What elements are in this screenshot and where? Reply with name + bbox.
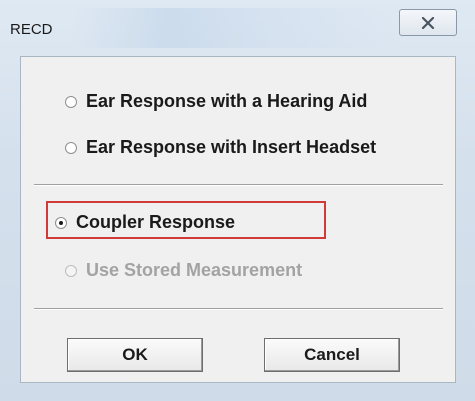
- divider: [34, 308, 443, 310]
- radio-circle[interactable]: [65, 141, 77, 154]
- ok-button[interactable]: OK: [67, 338, 203, 372]
- close-button[interactable]: [399, 9, 457, 36]
- radio-ear-hearing-aid[interactable]: Ear Response with a Hearing Aid: [65, 91, 367, 112]
- cancel-button[interactable]: Cancel: [264, 338, 400, 372]
- title-bar-blur: [70, 8, 400, 48]
- radio-label: Use Stored Measurement: [86, 260, 303, 280]
- radio-ear-insert-headset[interactable]: Ear Response with Insert Headset: [65, 137, 376, 158]
- radio-circle-selected[interactable]: [55, 216, 67, 229]
- close-x-icon: [421, 16, 435, 29]
- dialog-client-area: Ear Response with a Hearing Aid Ear Resp…: [20, 56, 456, 383]
- dialog-title: RECD: [10, 21, 53, 38]
- radio-coupler-response[interactable]: Coupler Response: [55, 212, 235, 233]
- radio-label: Coupler Response: [76, 212, 236, 232]
- title-bar: RECD: [0, 0, 475, 56]
- radio-use-stored-measurement: Use Stored Measurement: [65, 260, 302, 281]
- radio-label: Ear Response with a Hearing Aid: [86, 91, 368, 111]
- radio-circle[interactable]: [65, 95, 77, 108]
- recd-dialog: RECD Ear Response with a Hearing Aid Ear…: [0, 0, 475, 401]
- radio-circle-disabled: [65, 264, 77, 277]
- radio-label: Ear Response with Insert Headset: [86, 137, 377, 157]
- divider: [34, 184, 443, 186]
